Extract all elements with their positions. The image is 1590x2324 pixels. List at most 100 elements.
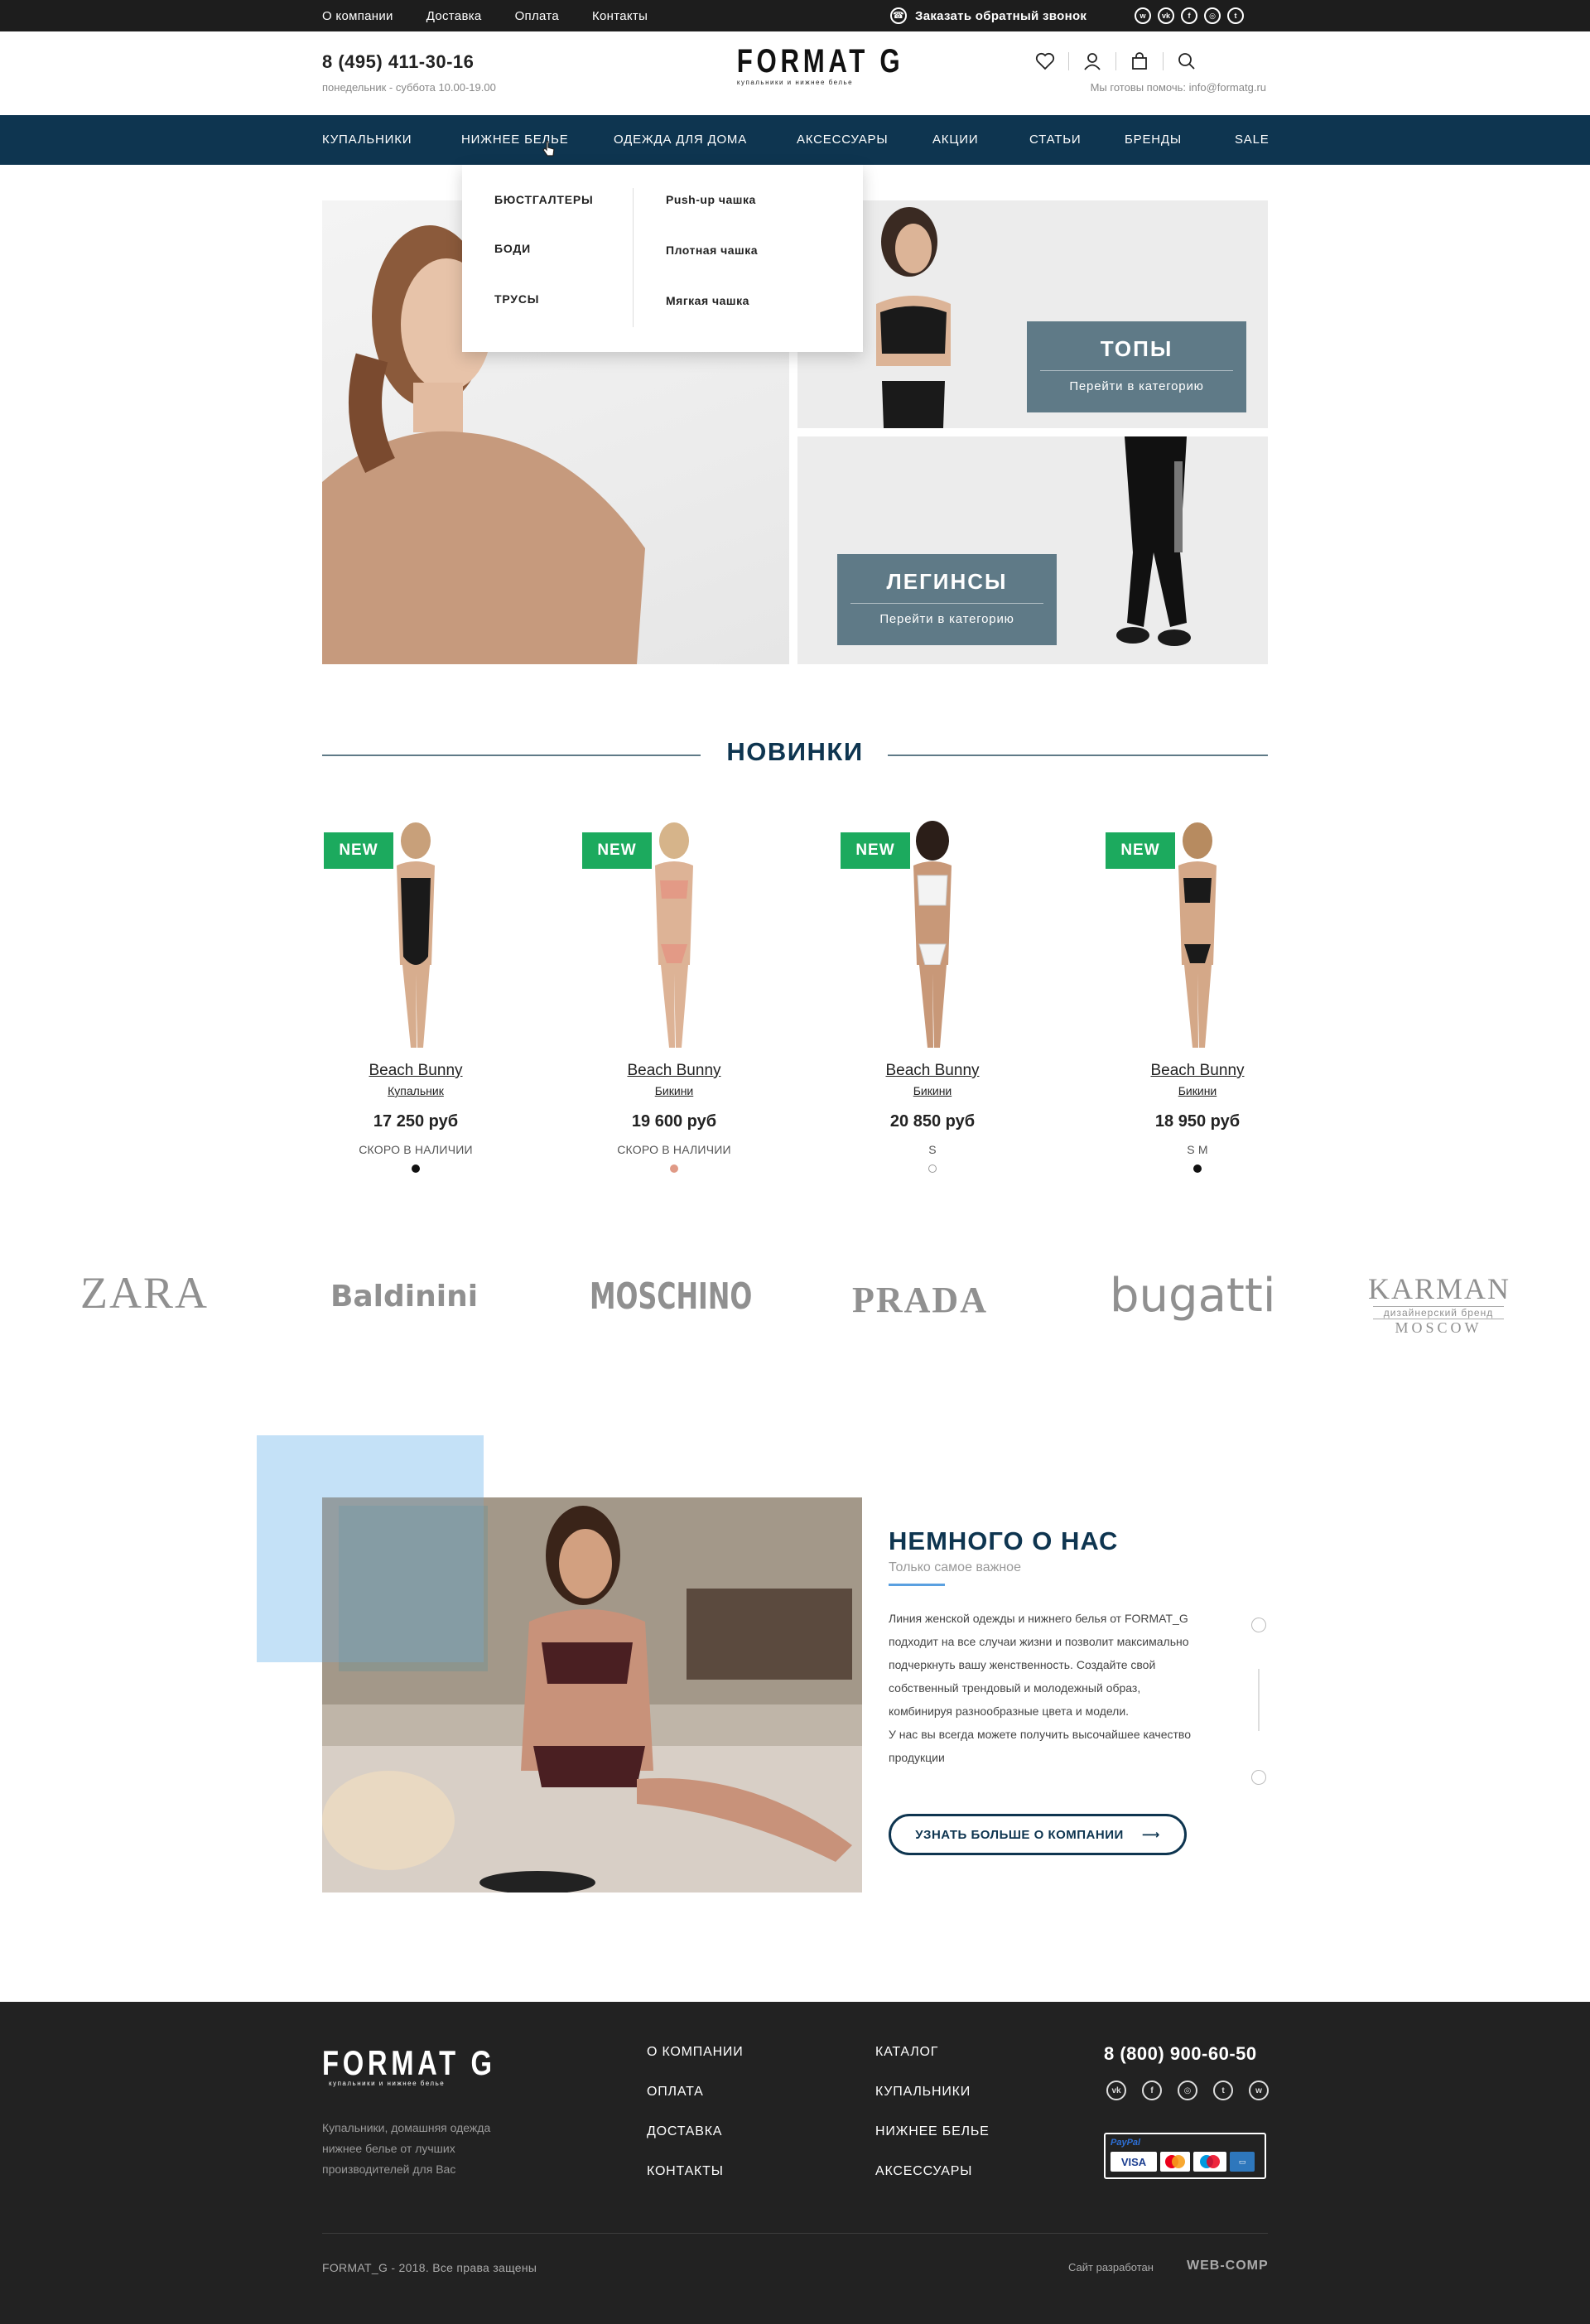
visa-logo: VISA xyxy=(1111,2152,1157,2172)
brand-logo-moschino[interactable]: MOSCHINO xyxy=(590,1275,752,1318)
top-bar: О компании Доставка Оплата Контакты ☎ За… xyxy=(0,0,1590,31)
site-logo[interactable]: FORMAT G купальники и нижнее белье xyxy=(720,43,900,86)
nav-item-promotions[interactable]: АКЦИИ xyxy=(932,115,978,165)
header-phone[interactable]: 8 (495) 411-30-16 xyxy=(322,51,474,73)
product-image[interactable]: NEW xyxy=(1106,816,1289,1060)
brand-logo-bugatti[interactable]: bugatti xyxy=(1110,1269,1275,1323)
developer-logo[interactable]: WEB-COMP xyxy=(1187,2259,1269,2273)
top-link-payment[interactable]: Оплата xyxy=(515,9,559,23)
section-line-left xyxy=(322,755,701,756)
product-type[interactable]: Купальник xyxy=(324,1084,508,1097)
product-brand[interactable]: Beach Bunny xyxy=(582,1062,766,1080)
brand-logo-zara[interactable]: ZARA xyxy=(76,1267,213,1319)
footer-link-accessories[interactable]: АКСЕССУАРЫ xyxy=(875,2164,972,2179)
brand-logo-karman[interactable]: KARMAN дизайнерский бренд MOSCOW xyxy=(1368,1274,1509,1337)
footer-phone[interactable]: 8 (800) 900-60-50 xyxy=(1104,2043,1257,2065)
arrow-right-icon: ⟶ xyxy=(1141,1828,1160,1842)
product-type[interactable]: Бикини xyxy=(582,1084,766,1097)
nav-item-lingerie[interactable]: НИЖНЕЕ БЕЛЬЕ xyxy=(461,115,569,165)
product-card[interactable]: NEW Beach Bunny Бикини 18 950 руб S M xyxy=(1106,816,1289,1173)
whatsapp-icon[interactable]: w xyxy=(1249,2081,1269,2100)
product-card[interactable]: NEW Beach Bunny Купальник 17 250 руб СКО… xyxy=(324,816,508,1173)
facebook-icon[interactable]: f xyxy=(1142,2081,1162,2100)
search-icon[interactable] xyxy=(1177,51,1197,71)
twitter-icon[interactable]: t xyxy=(1227,7,1244,24)
lingerie-dropdown-menu: БЮСТГАЛТЕРЫ БОДИ ТРУСЫ Push-up чашка Пло… xyxy=(462,165,863,352)
color-swatch[interactable] xyxy=(1193,1164,1202,1173)
brand-logo-baldinini[interactable]: Baldinini xyxy=(330,1280,479,1314)
product-brand[interactable]: Beach Bunny xyxy=(1106,1062,1289,1080)
product-type[interactable]: Бикини xyxy=(841,1084,1024,1097)
top-link-contacts[interactable]: Контакты xyxy=(592,9,648,23)
about-more-button[interactable]: УЗНАТЬ БОЛЬШЕ О КОМПАНИИ ⟶ xyxy=(889,1814,1187,1855)
footer-link-lingerie[interactable]: НИЖНЕЕ БЕЛЬЕ xyxy=(875,2124,990,2139)
leggings-link[interactable]: Перейти в категорию xyxy=(837,612,1057,626)
copyright: FORMAT_G - 2018. Все права защены xyxy=(322,2261,537,2274)
dropdown-item-panties[interactable]: ТРУСЫ xyxy=(494,292,539,306)
footer-link-about[interactable]: О КОМПАНИИ xyxy=(647,2045,744,2060)
product-image[interactable]: NEW xyxy=(582,816,766,1060)
nav-item-brands[interactable]: БРЕНДЫ xyxy=(1125,115,1182,165)
scroll-up-icon[interactable] xyxy=(1251,1618,1266,1632)
help-email[interactable]: Мы готовы помочь: info@formatg.ru xyxy=(1091,81,1266,94)
callback-button[interactable]: ☎ Заказать обратный звонок xyxy=(890,0,1086,31)
payment-methods: PayPal VISA ▭ xyxy=(1104,2133,1266,2179)
banner-leggings[interactable]: ЛЕГИНСЫ Перейти в категорию xyxy=(797,436,1268,664)
product-availability: СКОРО В НАЛИЧИИ xyxy=(617,1143,731,1156)
leggings-title: ЛЕГИНСЫ xyxy=(886,569,1008,594)
image-blue-overlay xyxy=(322,1497,484,1662)
dropdown-sub-pushup[interactable]: Push-up чашка xyxy=(666,193,756,206)
footer-link-delivery[interactable]: ДОСТАВКА xyxy=(647,2124,722,2139)
product-sizes[interactable]: S xyxy=(841,1143,1024,1156)
product-card[interactable]: NEW Beach Bunny Бикини 19 600 руб СКОРО … xyxy=(582,816,766,1173)
product-brand[interactable]: Beach Bunny xyxy=(324,1062,508,1080)
product-type[interactable]: Бикини xyxy=(1106,1084,1289,1097)
dropdown-sub-soft[interactable]: Мягкая чашка xyxy=(666,294,749,307)
nav-item-swimwear[interactable]: КУПАЛЬНИКИ xyxy=(322,115,412,165)
about-button-label: УЗНАТЬ БОЛЬШЕ О КОМПАНИИ xyxy=(915,1827,1124,1842)
vk-icon[interactable]: vk xyxy=(1158,7,1174,24)
whatsapp-icon[interactable]: w xyxy=(1135,7,1151,24)
dropdown-item-bodysuits[interactable]: БОДИ xyxy=(494,242,531,255)
heart-icon[interactable] xyxy=(1035,51,1055,71)
footer-link-contacts[interactable]: КОНТАКТЫ xyxy=(647,2164,724,2179)
new-badge: NEW xyxy=(1106,832,1175,869)
footer-link-catalog[interactable]: КАТАЛОГ xyxy=(875,2045,938,2060)
banner-tops[interactable]: ТОПЫ Перейти в категорию xyxy=(797,200,1268,428)
color-swatch[interactable] xyxy=(412,1164,420,1173)
bag-icon[interactable] xyxy=(1130,51,1149,71)
footer-link-payment[interactable]: ОПЛАТА xyxy=(647,2085,704,2100)
karman-city: MOSCOW xyxy=(1395,1319,1482,1336)
phone-icon: ☎ xyxy=(890,7,907,24)
scroll-down-icon[interactable] xyxy=(1251,1770,1266,1785)
dropdown-item-bras[interactable]: БЮСТГАЛТЕРЫ xyxy=(494,193,594,206)
instagram-icon[interactable]: ◎ xyxy=(1178,2081,1197,2100)
facebook-icon[interactable]: f xyxy=(1181,7,1197,24)
dropdown-sub-dense[interactable]: Плотная чашка xyxy=(666,243,758,257)
top-link-about[interactable]: О компании xyxy=(322,9,393,23)
vk-icon[interactable]: vk xyxy=(1106,2081,1126,2100)
twitter-icon[interactable]: t xyxy=(1213,2081,1233,2100)
instagram-icon[interactable]: ◎ xyxy=(1204,7,1221,24)
tops-link[interactable]: Перейти в категорию xyxy=(1027,379,1246,393)
nav-item-accessories[interactable]: АКСЕССУАРЫ xyxy=(797,115,888,165)
product-brand[interactable]: Beach Bunny xyxy=(841,1062,1024,1080)
new-badge: NEW xyxy=(582,832,652,869)
color-swatch[interactable] xyxy=(670,1164,678,1173)
footer-logo[interactable]: FORMAT G купальники и нижнее белье xyxy=(322,2043,492,2087)
top-link-delivery[interactable]: Доставка xyxy=(426,9,482,23)
product-sizes[interactable]: S M xyxy=(1106,1143,1289,1156)
product-image[interactable]: NEW xyxy=(841,816,1024,1060)
nav-item-articles[interactable]: СТАТЬИ xyxy=(1029,115,1081,165)
product-image[interactable]: NEW xyxy=(324,816,508,1060)
product-price: 19 600 руб xyxy=(631,1112,717,1131)
footer-link-swimwear[interactable]: КУПАЛЬНИКИ xyxy=(875,2085,971,2100)
user-icon[interactable] xyxy=(1082,51,1102,71)
nav-item-sale[interactable]: SALE xyxy=(1235,115,1270,165)
color-swatch[interactable] xyxy=(928,1164,937,1173)
product-card[interactable]: NEW Beach Bunny Бикини 20 850 руб S xyxy=(841,816,1024,1173)
scrollbar-track[interactable] xyxy=(1258,1669,1260,1731)
nav-item-homewear[interactable]: ОДЕЖДА ДЛЯ ДОМА xyxy=(614,115,747,165)
karman-tagline: дизайнерский бренд xyxy=(1373,1306,1504,1319)
brand-logo-prada[interactable]: PRADA xyxy=(850,1279,990,1321)
